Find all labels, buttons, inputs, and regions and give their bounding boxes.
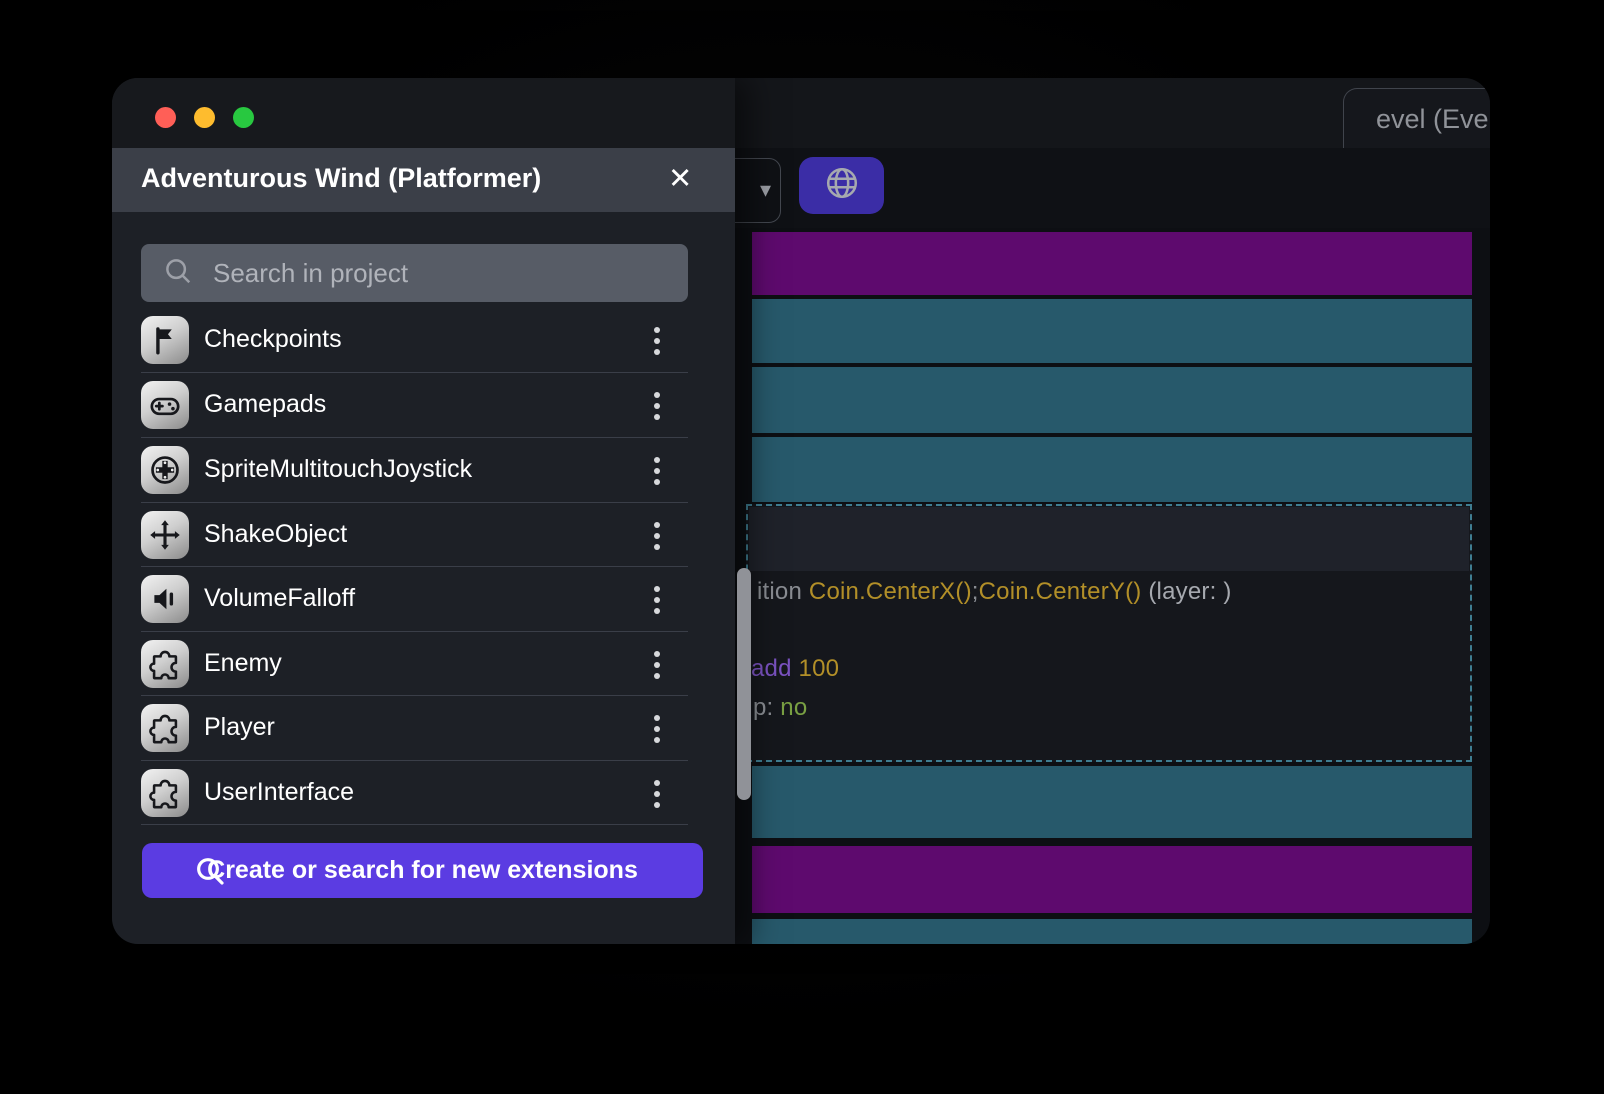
event-action-line[interactable]: add 100 (751, 655, 839, 683)
value-text: no (780, 694, 807, 721)
tab-label: evel (Events) (1376, 104, 1490, 135)
caret-down-icon: ▾ (760, 177, 771, 203)
event-action-line[interactable]: ition Coin.CenterX();Coin.CenterY() (lay… (757, 578, 1232, 606)
list-item-shakeobject[interactable]: ShakeObject (112, 503, 735, 567)
list-item-label: VolumeFalloff (204, 584, 355, 613)
list-item-checkpoints[interactable]: Checkpoints (112, 308, 735, 372)
scrollbar-thumb[interactable] (737, 568, 751, 800)
value-text: 100 (799, 655, 840, 682)
search-input[interactable] (211, 257, 674, 290)
search-icon (194, 855, 226, 887)
list-item-label: Gamepads (204, 390, 326, 419)
project-manager-panel: Adventurous Wind (Platformer) ✕ Checkpoi… (112, 78, 735, 944)
kebab-menu-icon[interactable] (650, 520, 664, 552)
move-arrows-icon (141, 511, 189, 559)
operator-text: add (751, 655, 799, 682)
window-titlebar (112, 78, 735, 148)
events-sheet: ition Coin.CenterX();Coin.CenterY() (lay… (735, 228, 1490, 944)
traffic-zoom-button[interactable] (233, 107, 254, 128)
list-item-label: Player (204, 713, 275, 742)
kebab-menu-icon[interactable] (650, 649, 664, 681)
app-window: evel (Events) ✕ Debugger × ▾ (112, 78, 1490, 944)
list-item-gamepads[interactable]: Gamepads (112, 373, 735, 437)
kebab-menu-icon[interactable] (650, 778, 664, 810)
speaker-icon (141, 575, 189, 623)
list-item-volumefalloff[interactable]: VolumeFalloff (112, 567, 735, 631)
puzzle-icon (141, 640, 189, 688)
event-row[interactable] (752, 437, 1472, 502)
list-item-label: Checkpoints (204, 325, 342, 354)
joystick-icon (141, 446, 189, 494)
list-item-player[interactable]: Player (112, 696, 735, 760)
event-action-line[interactable]: p: no (753, 694, 807, 722)
event-row[interactable] (752, 846, 1472, 913)
event-row[interactable] (752, 232, 1472, 295)
close-icon[interactable]: ✕ (668, 161, 692, 196)
globe-icon (823, 164, 861, 207)
puzzle-icon (141, 704, 189, 752)
layer-text: (layer: ) (1142, 578, 1232, 605)
search-icon (141, 256, 193, 291)
traffic-minimize-button[interactable] (194, 107, 215, 128)
list-item-label: ShakeObject (204, 520, 347, 549)
project-search[interactable] (141, 244, 688, 302)
event-row[interactable] (752, 919, 1472, 944)
list-item-label: SpriteMultitouchJoystick (204, 455, 472, 484)
kebab-menu-icon[interactable] (650, 584, 664, 616)
event-row[interactable] (752, 766, 1472, 838)
event-row[interactable] (752, 299, 1472, 363)
event-row[interactable] (752, 367, 1472, 433)
kebab-menu-icon[interactable] (650, 455, 664, 487)
panel-header: Adventurous Wind (Platformer) ✕ (112, 148, 735, 212)
globe-button[interactable] (799, 157, 884, 214)
list-item-label: UserInterface (204, 778, 354, 807)
list-item-userinterface[interactable]: UserInterface (112, 761, 735, 825)
event-conditions-area[interactable] (749, 507, 1469, 571)
list-item-enemy[interactable]: Enemy (112, 632, 735, 696)
list-item-sprite-multitouch-joystick[interactable]: SpriteMultitouchJoystick (112, 438, 735, 502)
traffic-close-button[interactable] (155, 107, 176, 128)
tab-level-events[interactable]: evel (Events) ✕ (1343, 88, 1490, 149)
flag-icon (141, 316, 189, 364)
tab-bar: evel (Events) ✕ Debugger × (735, 78, 1490, 148)
param-label-text: p: (753, 694, 780, 721)
list-divider (141, 824, 688, 825)
expression-text: Coin.CenterX() (809, 578, 972, 605)
cta-label: Create or search for new extensions (207, 856, 638, 885)
events-toolbar: ▾ (735, 148, 1490, 228)
separator-text: ; (972, 578, 979, 605)
list-item-label: Enemy (204, 649, 282, 678)
project-title: Adventurous Wind (Platformer) (141, 163, 541, 194)
create-search-extensions-button[interactable]: Create or search for new extensions (142, 843, 703, 898)
selected-event[interactable]: ition Coin.CenterX();Coin.CenterY() (lay… (746, 504, 1472, 762)
kebab-menu-icon[interactable] (650, 713, 664, 745)
kebab-menu-icon[interactable] (650, 325, 664, 357)
gamepad-icon (141, 381, 189, 429)
puzzle-icon (141, 769, 189, 817)
screenshot-stage: evel (Events) ✕ Debugger × ▾ (0, 0, 1604, 1094)
kebab-menu-icon[interactable] (650, 390, 664, 422)
expression-text: Coin.CenterY() (979, 578, 1142, 605)
action-text: ition (757, 578, 809, 605)
